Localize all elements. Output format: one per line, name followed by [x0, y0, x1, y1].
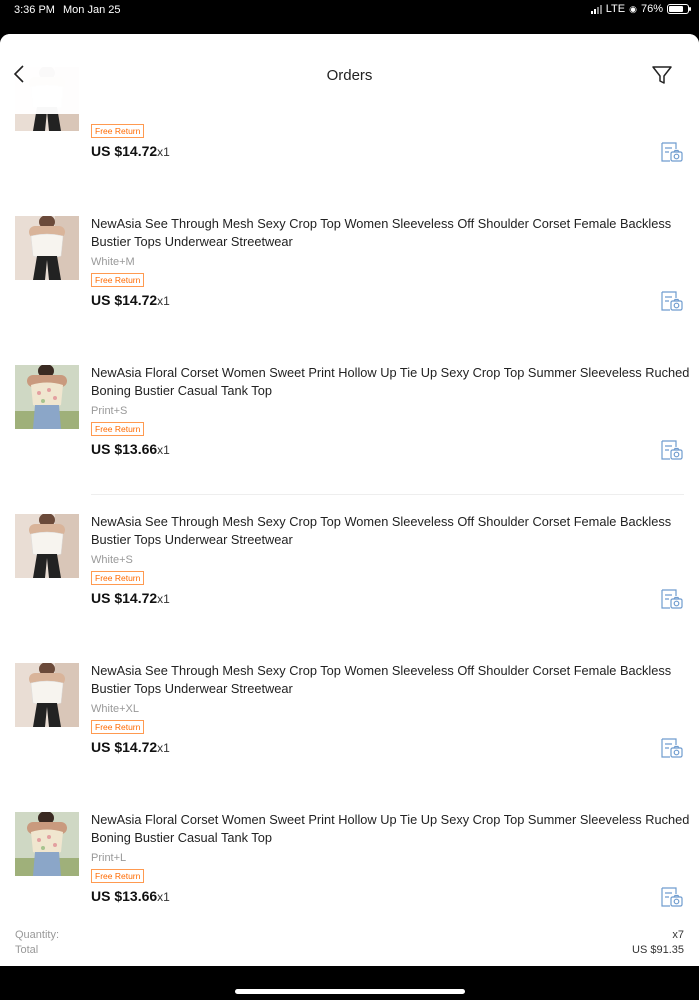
product-title[interactable]: NewAsia Floral Corset Women Sweet Print … — [91, 811, 691, 846]
photo-review-icon[interactable] — [659, 588, 683, 610]
orders-screen: Free Return US $14.72x1 NewAsia See Throug… — [0, 34, 699, 966]
order-item[interactable]: NewAsia See Through Mesh Sexy Crop Top W… — [0, 663, 699, 812]
order-item[interactable]: NewAsia See Through Mesh Sexy Crop Top W… — [0, 514, 699, 663]
free-return-badge: Free Return — [91, 869, 145, 883]
price-value: US $14.72 — [91, 590, 158, 606]
price-value: US $14.72 — [91, 739, 158, 755]
product-price: US $14.72x1 — [91, 590, 170, 606]
item-quantity: x1 — [157, 145, 170, 159]
product-thumbnail[interactable] — [15, 514, 79, 578]
price-value: US $13.66 — [91, 888, 158, 904]
product-price: US $14.72x1 — [91, 739, 170, 755]
product-title[interactable]: NewAsia See Through Mesh Sexy Crop Top W… — [91, 513, 691, 548]
photo-review-icon[interactable] — [659, 886, 683, 908]
status-bar: 3:36 PM Mon Jan 25 LTE ◉ 76% — [0, 0, 699, 34]
network-label: LTE — [605, 3, 626, 15]
product-sku: Print+L — [91, 852, 127, 864]
item-divider — [91, 494, 684, 495]
photo-review-icon[interactable] — [659, 737, 683, 759]
item-quantity: x1 — [157, 443, 170, 457]
product-price: US $14.72x1 — [91, 143, 170, 159]
battery-icon — [667, 4, 691, 14]
photo-review-icon[interactable] — [659, 439, 683, 461]
product-title[interactable]: NewAsia Floral Corset Women Sweet Print … — [91, 364, 691, 399]
price-value: US $13.66 — [91, 441, 158, 457]
home-indicator[interactable] — [235, 989, 465, 994]
nav-bar: Orders — [0, 34, 699, 114]
page-title: Orders — [326, 67, 373, 84]
product-price: US $14.72x1 — [91, 292, 170, 308]
battery-percent: 76% — [640, 3, 663, 15]
product-sku: White+M — [91, 256, 135, 268]
order-item[interactable]: NewAsia Floral Corset Women Sweet Print … — [0, 812, 699, 961]
status-time: 3:36 PM — [14, 4, 55, 16]
free-return-badge: Free Return — [91, 124, 145, 138]
battery-fill — [669, 6, 683, 12]
product-sku: White+XL — [91, 703, 139, 715]
product-thumbnail[interactable] — [15, 812, 79, 876]
product-thumbnail[interactable] — [15, 216, 79, 280]
item-quantity: x1 — [157, 592, 170, 606]
item-quantity: x1 — [157, 741, 170, 755]
order-item[interactable]: NewAsia See Through Mesh Sexy Crop Top W… — [0, 216, 699, 365]
price-value: US $14.72 — [91, 143, 158, 159]
photo-review-icon[interactable] — [659, 290, 683, 312]
free-return-badge: Free Return — [91, 571, 145, 585]
product-thumbnail[interactable] — [15, 365, 79, 429]
product-sku: White+S — [91, 554, 133, 566]
location-icon: ◉ — [629, 3, 637, 14]
product-price: US $13.66x1 — [91, 888, 170, 904]
photo-review-icon[interactable] — [659, 141, 683, 163]
free-return-badge: Free Return — [91, 720, 145, 734]
free-return-badge: Free Return — [91, 422, 145, 436]
product-thumbnail[interactable] — [15, 663, 79, 727]
price-value: US $14.72 — [91, 292, 158, 308]
product-title[interactable]: NewAsia See Through Mesh Sexy Crop Top W… — [91, 215, 691, 250]
quantity-label: Quantity: — [15, 929, 60, 941]
status-right: LTE ◉ 76% — [590, 3, 691, 15]
status-date: Mon Jan 25 — [63, 4, 121, 16]
quantity-value: x7 — [672, 929, 684, 941]
total-value: US $91.35 — [632, 944, 684, 956]
product-title[interactable]: NewAsia See Through Mesh Sexy Crop Top W… — [91, 662, 691, 697]
total-label: Total — [15, 944, 39, 956]
product-price: US $13.66x1 — [91, 441, 170, 457]
filter-funnel-icon[interactable] — [650, 63, 674, 87]
item-quantity: x1 — [157, 890, 170, 904]
order-item[interactable]: NewAsia Floral Corset Women Sweet Print … — [0, 365, 699, 514]
item-quantity: x1 — [157, 294, 170, 308]
signal-icon — [590, 4, 602, 14]
free-return-badge: Free Return — [91, 273, 145, 287]
product-sku: Print+S — [91, 405, 128, 417]
